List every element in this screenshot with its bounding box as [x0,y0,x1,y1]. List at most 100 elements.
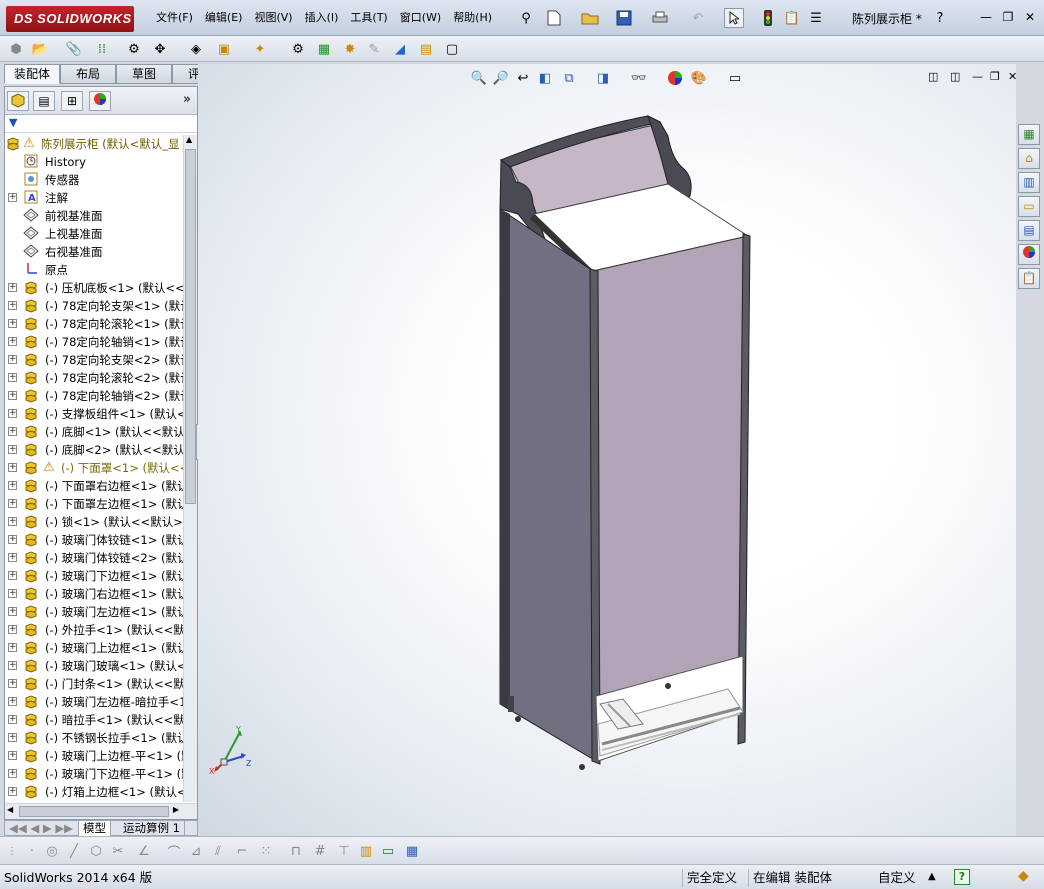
open-folder-icon[interactable] [580,8,600,28]
table-icon[interactable]: ▦ [402,841,422,861]
minimize-icon[interactable]: — [978,9,994,25]
tree-item[interactable]: + (-) 78定向轮支架<2> (默认 [5,351,183,369]
exploded-view-icon[interactable]: ✸ [340,39,360,59]
menu-insert[interactable]: 插入(I) [299,9,345,27]
tree-item[interactable]: + (-) 玻璃门下边框-平<1> (默 [5,765,183,783]
tree-item[interactable]: + (-) 压机底板<1> (默认<<默 [5,279,183,297]
select-pointer-icon[interactable] [724,8,744,28]
expand-icon[interactable]: + [8,607,17,616]
solidworks-logo[interactable]: DS SOLIDWORKS [6,6,134,32]
expand-icon[interactable]: + [8,553,17,562]
menu-window[interactable]: 窗口(W) [394,9,447,27]
point-icon[interactable]: · [22,841,42,861]
edit-component-icon[interactable]: ⬢ [6,39,26,59]
linear-pattern-icon[interactable]: ⁞⁞ [92,39,112,59]
help-icon[interactable]: ? [954,869,970,885]
offset-icon[interactable]: ⊿ [186,841,206,861]
tree-item[interactable]: + (-) 玻璃门左边框-暗拉手<1 [5,693,183,711]
tree-item[interactable]: + (-) 78定向轮轴销<1> (默认 [5,333,183,351]
tree-vertical-scrollbar[interactable]: ▲ [183,135,197,802]
instant3d-icon[interactable]: ◢ [390,39,410,59]
menu-file[interactable]: 文件(F) [150,9,199,27]
tag-icon[interactable]: ◆ [1018,868,1029,884]
circle-icon[interactable]: ◎ [42,841,62,861]
expand-icon[interactable]: + [8,319,17,328]
tree-item[interactable]: + (-) 锁<1> (默认<<默认>_显 [5,513,183,531]
close-icon[interactable]: ✕ [1022,9,1038,25]
rapid-sketch-icon[interactable]: ▥ [356,841,376,861]
expand-icon[interactable]: + [8,463,17,472]
tree-item[interactable]: + (-) 玻璃门上边框-平<1> (默 [5,747,183,765]
property-manager-icon[interactable]: ▤ [33,91,55,111]
expand-icon[interactable]: + [8,337,17,346]
show-hidden-icon[interactable]: ◈ [186,39,206,59]
move-component-icon[interactable]: ✥ [150,39,170,59]
tree-item[interactable]: + (-) 78定向轮支架<1> (默认 [5,297,183,315]
print-icon[interactable] [650,8,670,28]
expand-icon[interactable]: + [8,499,17,508]
tree-item[interactable]: 前视基准面 [5,207,183,225]
tree-item[interactable]: + (-) 底脚<1> (默认<<默认> [5,423,183,441]
options-icon[interactable]: ☰ [806,8,826,28]
new-document-icon[interactable] [544,8,564,28]
tab-sketch[interactable]: 草图 [116,64,172,84]
feature-manager-icon[interactable] [7,91,29,111]
menu-help[interactable]: 帮助(H) [447,9,498,27]
expand-icon[interactable]: + [8,787,17,796]
save-icon[interactable] [614,8,634,28]
tree-item[interactable]: + (-) 78定向轮滚轮<1> (默认 [5,315,183,333]
expand-icon[interactable]: + [8,283,17,292]
tree-item[interactable]: + (-) 底脚<2> (默认<<默认> [5,441,183,459]
tree-root-assembly[interactable]: ⚠ 陈列展示柜 (默认<默认_显 [5,135,183,153]
horizontal-scroll-thumb[interactable] [19,806,169,817]
expand-icon[interactable]: + [8,427,17,436]
tab-motion-study[interactable]: 运动算例 1 [119,821,185,836]
status-units[interactable]: 自定义 [874,869,920,887]
mirror-icon[interactable]: ⫽ [208,841,228,861]
tree-item[interactable]: + (-) 玻璃门左边框<1> (默认 [5,603,183,621]
bill-of-materials-icon[interactable]: ▦ [314,39,334,59]
scroll-right-icon[interactable]: ▶ [173,805,179,814]
update-speedpak-icon[interactable]: ▤ [416,39,436,59]
expand-icon[interactable]: + [8,697,17,706]
menu-tools[interactable]: 工具(T) [344,9,393,27]
tree-item[interactable]: 右视基准面 [5,243,183,261]
expand-icon[interactable]: + [8,679,17,688]
trim-icon[interactable]: ✂ [108,841,128,861]
restore-icon[interactable]: ❐ [1000,9,1016,25]
explode-line-sketch-icon[interactable]: ✎ [364,39,384,59]
tree-item[interactable]: + (-) 玻璃门右边框<1> (默认 [5,585,183,603]
panel-expand-icon[interactable]: » [183,92,191,107]
smart-fasteners-icon[interactable]: ⚙ [124,39,144,59]
line-icon[interactable]: ╱ [64,841,84,861]
appearances-scenes-icon[interactable] [1018,244,1040,265]
take-snapshot-icon[interactable]: ▢ [442,39,462,59]
file-explorer-icon[interactable]: ▭ [1018,196,1040,217]
tab-nav-arrows[interactable]: ◀◀ ◀ ▶ ▶▶ [5,821,79,836]
expand-icon[interactable]: + [8,391,17,400]
tab-assembly[interactable]: 装配体 [4,64,60,84]
home-icon[interactable]: ⌂ [1018,148,1040,169]
expand-icon[interactable]: + [8,355,17,364]
expand-icon[interactable]: + [8,373,17,382]
tree-horizontal-scrollbar[interactable]: ◀ ▶ [5,803,197,819]
pin-icon[interactable]: ⚲ [516,8,536,28]
menu-edit[interactable]: 编辑(E) [199,9,249,27]
new-motion-study-icon[interactable]: ⚙ [288,39,308,59]
tree-item[interactable]: + (-) 玻璃门上边框<1> (默认 [5,639,183,657]
expand-icon[interactable]: + [8,661,17,670]
sketch-picture-icon[interactable]: ▭ [378,841,398,861]
expand-icon[interactable]: + [8,481,17,490]
corner-rectangle-icon[interactable]: ⌐ [232,841,252,861]
insert-components-icon[interactable]: 📂 [30,39,50,59]
undo-icon[interactable]: ↶ [688,8,708,28]
tree-item[interactable]: + (-) 支撑板组件<1> (默认< [5,405,183,423]
tab-model[interactable]: 模型 [79,821,111,836]
expand-icon[interactable]: + [8,193,17,202]
appearance-icon[interactable] [89,91,111,111]
display-cabinet-model[interactable] [198,64,1016,836]
tree-item[interactable]: + (-) 玻璃门体铰链<2> (默认 [5,549,183,567]
tree-item[interactable]: + (-) 玻璃门玻璃<1> (默认< [5,657,183,675]
expand-icon[interactable]: + [8,571,17,580]
sketch-relations-icon[interactable]: ⊤ [334,841,354,861]
